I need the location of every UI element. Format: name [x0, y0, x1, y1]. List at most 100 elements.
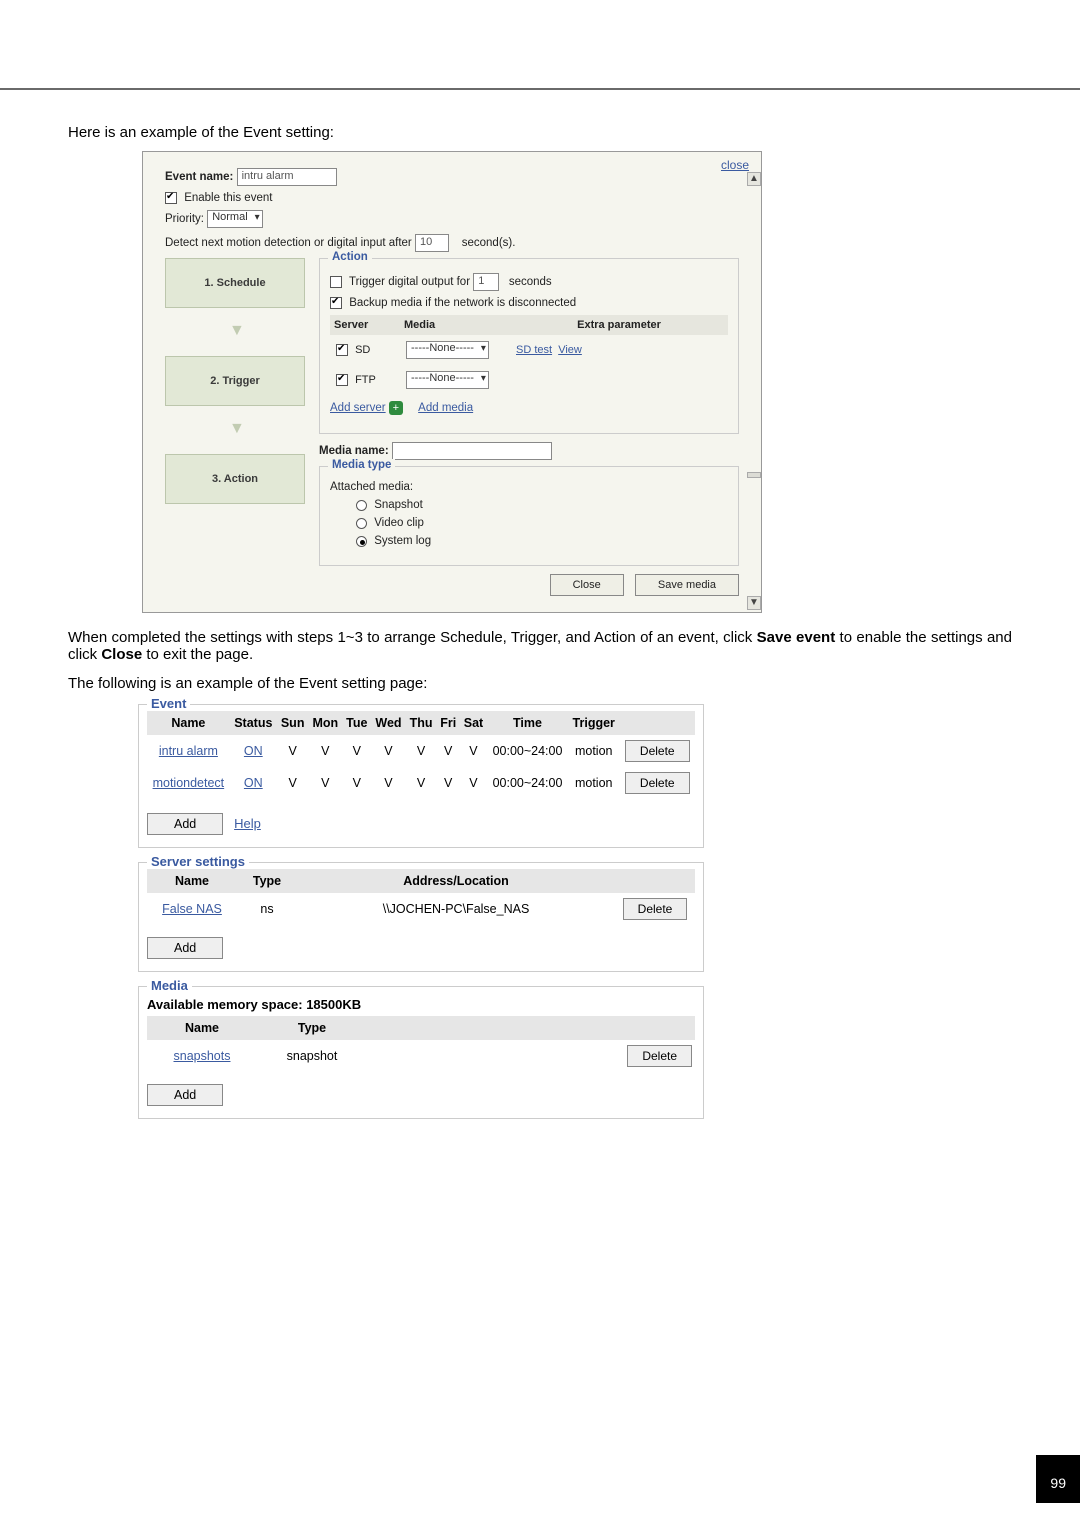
detect-suffix: second(s). [462, 237, 516, 249]
row-sd-label: SD [355, 344, 370, 356]
table-row: SD -----None----- SD test View [330, 335, 728, 365]
row-ftp-checkbox[interactable] [336, 374, 348, 386]
scroll-thumb[interactable] [747, 472, 761, 478]
trigger-output-seconds-input[interactable]: 1 [473, 273, 499, 291]
media-fieldset: Media Available memory space: 18500KB Na… [138, 986, 704, 1119]
snapshot-label: Snapshot [374, 499, 423, 511]
followup-text: The following is an example of the Event… [68, 675, 1012, 692]
videoclip-radio[interactable] [356, 518, 367, 529]
attached-media-label: Attached media: [330, 481, 728, 493]
event-status-link[interactable]: ON [244, 744, 263, 758]
table-row: False NAS ns \\JOCHEN-PC\False_NAS Delet… [147, 893, 695, 925]
col-name: Name [147, 711, 230, 735]
table-row: FTP -----None----- [330, 365, 728, 395]
col-type: Type [257, 1016, 367, 1040]
videoclip-label: Video clip [374, 517, 424, 529]
add-media-link[interactable]: Add media [418, 402, 473, 414]
col-status: Status [230, 711, 277, 735]
col-tue: Tue [342, 711, 371, 735]
table-row: snapshots snapshot Delete [147, 1040, 695, 1072]
delete-button[interactable]: Delete [625, 772, 690, 794]
event-name-link[interactable]: intru alarm [159, 744, 218, 758]
server-settings-fieldset: Server settings Name Type Address/Locati… [138, 862, 704, 972]
row-sd-media-select[interactable]: -----None----- [406, 341, 489, 359]
event-list-title: Event [147, 696, 190, 711]
row-ftp-label: FTP [355, 374, 376, 386]
trigger-output-checkbox[interactable] [330, 276, 342, 288]
media-table: Name Type snapshots snapshot Delete [147, 1016, 695, 1072]
step-column: 1. Schedule 2. Trigger 3. Action [165, 258, 305, 504]
add-server-link[interactable]: Add server [330, 402, 386, 414]
add-server-icon[interactable]: + [389, 401, 403, 415]
help-link[interactable]: Help [234, 816, 261, 831]
col-blank [615, 869, 695, 893]
available-memory-label: Available memory space: 18500KB [147, 997, 695, 1012]
enable-event-checkbox[interactable] [165, 192, 177, 204]
scroll-up-icon[interactable]: ▲ [747, 172, 761, 186]
event-status-link[interactable]: ON [244, 776, 263, 790]
delete-button[interactable]: Delete [623, 898, 688, 920]
step-arrow-icon [165, 308, 305, 356]
page-content: Here is an example of the Event setting:… [0, 90, 1080, 1273]
event-name-label: Event name: [165, 171, 233, 183]
scroll-down-icon[interactable]: ▼ [747, 596, 761, 610]
col-name: Name [147, 1016, 257, 1040]
sd-test-link[interactable]: SD test [516, 344, 552, 356]
backup-media-label: Backup media if the network is disconnec… [349, 297, 576, 309]
col-time: Time [487, 711, 568, 735]
event-table: Name Status Sun Mon Tue Wed Thu Fri Sat … [147, 711, 695, 799]
detect-prefix: Detect next motion detection or digital … [165, 237, 412, 249]
step-schedule[interactable]: 1. Schedule [165, 258, 305, 308]
event-list-fieldset: Event Name Status Sun Mon Tue Wed Thu Fr… [138, 704, 704, 848]
save-media-button[interactable]: Save media [635, 574, 739, 596]
action-fieldset-title: Action [328, 251, 372, 263]
table-row: intru alarm ON V V V V V V V 00:00~24:00… [147, 735, 695, 767]
row-ftp-media-select[interactable]: -----None----- [406, 371, 489, 389]
step-trigger[interactable]: 2. Trigger [165, 356, 305, 406]
media-type-title: Media type [328, 459, 395, 471]
close-button[interactable]: Close [550, 574, 624, 596]
col-address: Address/Location [297, 869, 615, 893]
media-name-label: Media name: [319, 445, 389, 457]
col-thu: Thu [406, 711, 437, 735]
event-name-link[interactable]: motiondetect [153, 776, 225, 790]
delete-button[interactable]: Delete [625, 740, 690, 762]
priority-select[interactable]: Normal [207, 210, 262, 228]
detect-seconds-input[interactable]: 10 [415, 234, 449, 252]
action-fieldset: Action Trigger digital output for 1 seco… [319, 258, 739, 434]
media-name-input[interactable] [392, 442, 552, 460]
add-media-button[interactable]: Add [147, 1084, 223, 1106]
col-blank [620, 711, 695, 735]
col-trigger: Trigger [568, 711, 620, 735]
server-table: Name Type Address/Location False NAS ns … [147, 869, 695, 925]
col-fri: Fri [436, 711, 459, 735]
server-media-table: Server Media Extra parameter SD -----Non… [330, 315, 728, 395]
page-number: 99 [1036, 1455, 1080, 1503]
add-server-button[interactable]: Add [147, 937, 223, 959]
sd-view-link[interactable]: View [558, 344, 582, 356]
add-event-button[interactable]: Add [147, 813, 223, 835]
col-server: Server [330, 315, 400, 335]
intro-text: Here is an example of the Event setting: [68, 124, 1012, 141]
snapshot-radio[interactable] [356, 500, 367, 511]
delete-button[interactable]: Delete [627, 1045, 692, 1067]
header-bar [0, 0, 1080, 90]
col-extra: Extra parameter [510, 315, 728, 335]
media-name-link[interactable]: snapshots [174, 1049, 231, 1063]
event-name-input[interactable]: intru alarm [237, 168, 337, 186]
server-name-link[interactable]: False NAS [162, 902, 222, 916]
step-action[interactable]: 3. Action [165, 454, 305, 504]
col-mon: Mon [308, 711, 342, 735]
row-sd-checkbox[interactable] [336, 344, 348, 356]
enable-event-label: Enable this event [184, 192, 272, 204]
col-wed: Wed [371, 711, 405, 735]
systemlog-radio[interactable] [356, 536, 367, 547]
col-name: Name [147, 869, 237, 893]
close-link[interactable]: close [721, 158, 749, 172]
trigger-output-prefix: Trigger digital output for [349, 276, 470, 288]
col-sun: Sun [277, 711, 309, 735]
priority-label: Priority: [165, 213, 204, 225]
media-type-fieldset: Media type Attached media: Snapshot Vide… [319, 466, 739, 566]
step-arrow-icon [165, 406, 305, 454]
backup-media-checkbox[interactable] [330, 297, 342, 309]
